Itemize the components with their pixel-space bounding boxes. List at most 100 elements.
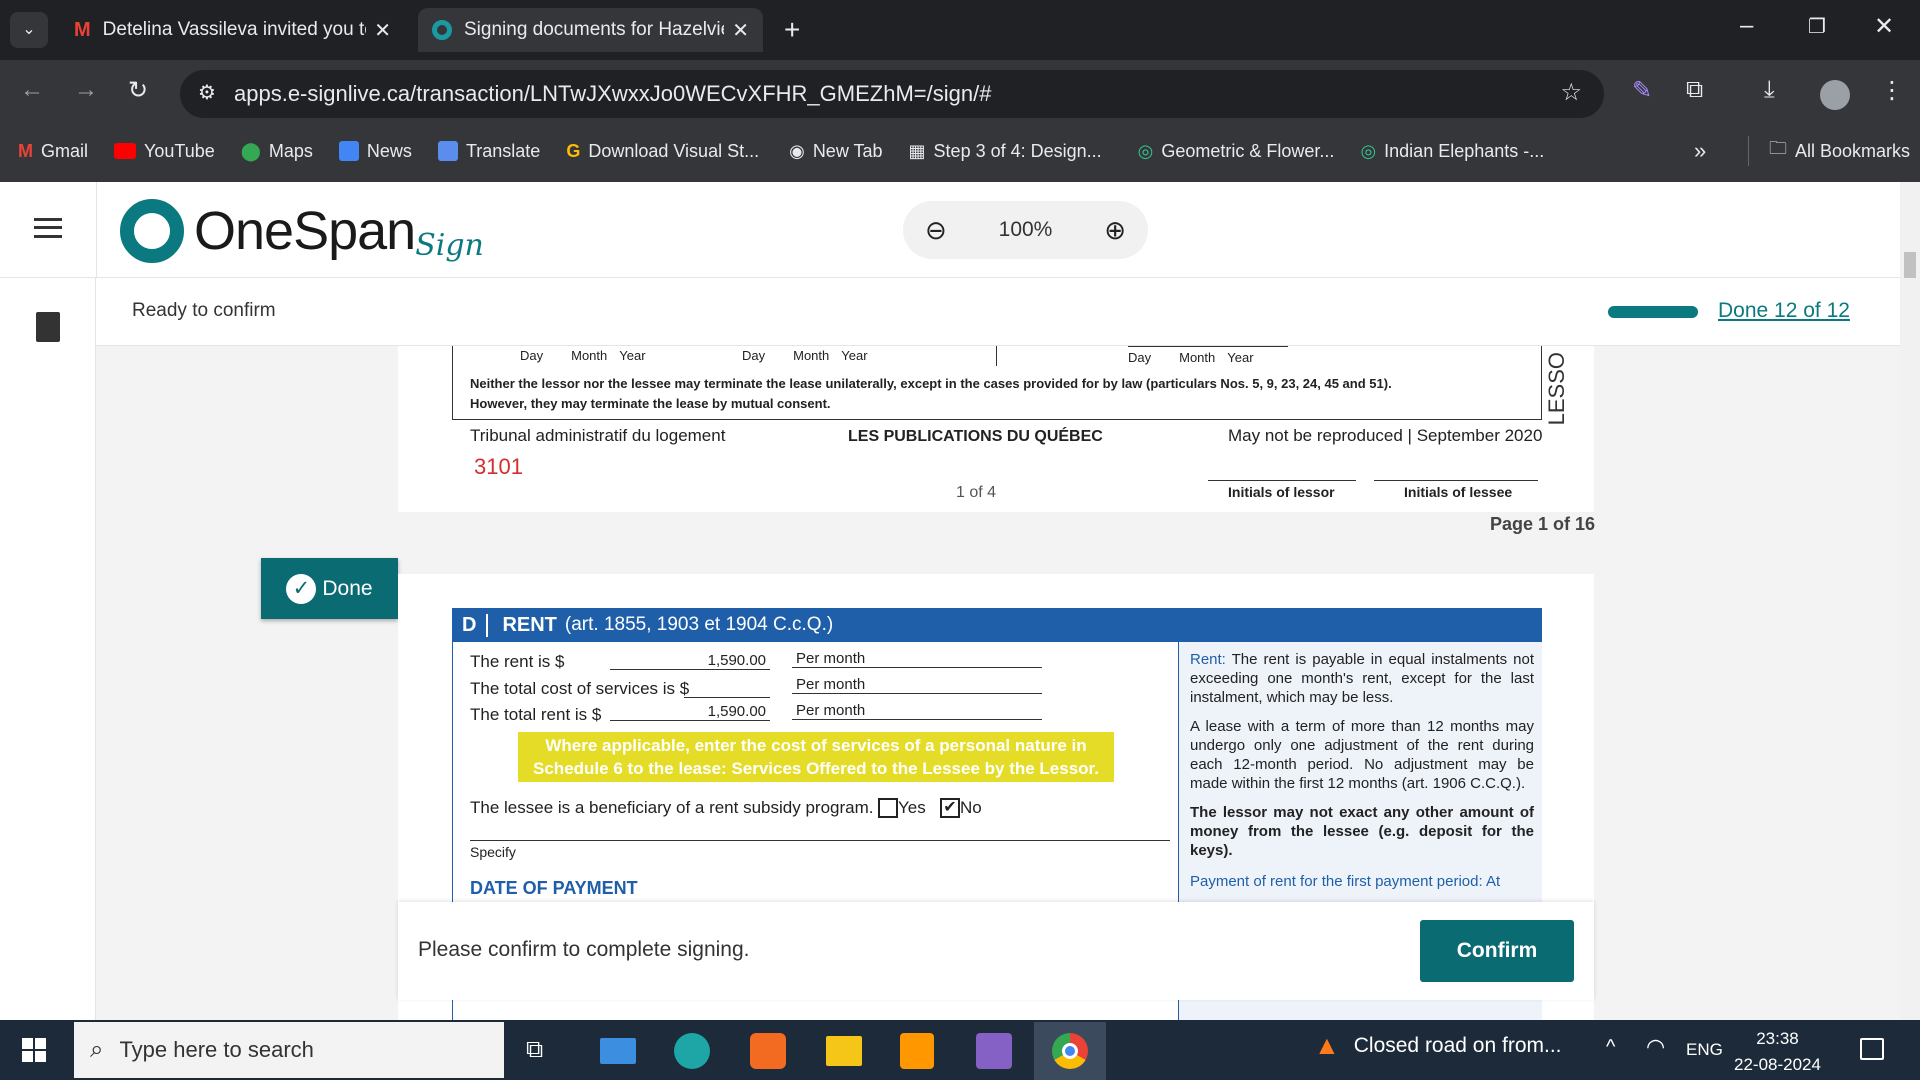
- clock[interactable]: 23:38 22-08-2024: [1734, 1026, 1821, 1078]
- termination-notice: Neither the lessor nor the lessee may te…: [470, 376, 1392, 411]
- visual-studio-icon[interactable]: [976, 1033, 1012, 1069]
- show-hidden-icons[interactable]: ^: [1606, 1036, 1615, 1059]
- onespan-icon: [432, 20, 452, 40]
- restore-icon[interactable]: ❐: [1808, 14, 1826, 39]
- initials-lessor-field[interactable]: Initials of lessor: [1228, 484, 1335, 500]
- bookmark-indian-elephants[interactable]: ◎ Indian Elephants -...: [1360, 141, 1544, 162]
- youtube-icon: [114, 143, 137, 159]
- progress-fill: [1608, 306, 1698, 318]
- gmail-icon: M: [74, 18, 91, 41]
- gmail-icon: M: [18, 140, 33, 161]
- close-tab-icon[interactable]: ✕: [374, 18, 391, 43]
- taskbar-search-box[interactable]: ⌕ Type here to search: [74, 1022, 504, 1078]
- services-notice-highlight: Where applicable, enter the cost of serv…: [518, 732, 1114, 782]
- mail-app-icon[interactable]: [600, 1038, 636, 1064]
- subsidy-no-checkbox[interactable]: ✔ No: [940, 798, 982, 818]
- wifi-icon[interactable]: ◠: [1646, 1034, 1665, 1060]
- back-icon[interactable]: ←: [20, 76, 44, 104]
- bookmark-youtube[interactable]: YouTube: [114, 141, 215, 162]
- subsidy-yes-checkbox[interactable]: Yes: [878, 798, 926, 818]
- bookmark-download-visual-studio[interactable]: G Download Visual St...: [566, 141, 759, 162]
- bookmark-translate[interactable]: Translate: [437, 141, 540, 162]
- task-view-icon[interactable]: ⧉: [526, 1036, 543, 1064]
- zoom-control: ⊖ 100% ⊕: [903, 201, 1148, 259]
- tab-title: Detelina Vassileva invited you to: [102, 19, 367, 40]
- url-text: apps.e-signlive.ca/transaction/LNTwJXwxx…: [234, 81, 992, 106]
- close-tab-icon[interactable]: ✕: [732, 18, 749, 43]
- specify-field-label: Specify: [470, 844, 516, 860]
- confirm-button[interactable]: Confirm: [1420, 920, 1574, 982]
- minimize-icon[interactable]: –: [1740, 12, 1753, 40]
- form-number: 3101: [474, 454, 523, 479]
- download-icon[interactable]: ⤓: [1764, 76, 1775, 104]
- bookmarks-overflow[interactable]: »: [1694, 138, 1706, 164]
- rent-section-header: D RENT (art. 1855, 1903 et 1904 C.c.Q.): [452, 608, 1542, 642]
- close-window-icon[interactable]: ✕: [1874, 12, 1894, 41]
- progress-bar: [1608, 306, 1698, 318]
- rent-amount-field[interactable]: 1,590.00: [610, 652, 770, 670]
- services-period-field[interactable]: Per month: [792, 676, 1042, 694]
- extension-pen-icon[interactable]: ✎: [1632, 76, 1652, 105]
- page-scrollbar[interactable]: [1900, 182, 1920, 1020]
- bookmark-news[interactable]: News: [338, 141, 412, 162]
- site-green-icon: ◎: [1360, 140, 1377, 161]
- globe-icon: ◉: [789, 140, 805, 161]
- check-circle-icon: ✓: [286, 573, 317, 604]
- bookmark-geometric-flower[interactable]: ◎ Geometric & Flower...: [1138, 141, 1335, 162]
- address-bar[interactable]: ⚙ apps.e-signlive.ca/transaction/LNTwJXw…: [180, 70, 1604, 118]
- folder-icon: 🗀: [1769, 138, 1787, 158]
- document-icon[interactable]: [36, 312, 60, 342]
- bookmark-step-3[interactable]: ▦ Step 3 of 4: Design...: [909, 141, 1102, 162]
- site-info-icon[interactable]: ⚙: [198, 80, 216, 105]
- file-explorer-icon[interactable]: [826, 1036, 862, 1066]
- checkmark-icon: ✔: [940, 798, 960, 818]
- page-indicator: Page 1 of 16: [1490, 514, 1596, 534]
- confirm-panel: Please confirm to complete signing. Conf…: [398, 902, 1594, 1000]
- tab-onespan[interactable]: Signing documents for Hazelvie ✕: [418, 8, 763, 52]
- google-g-icon: G: [566, 140, 581, 161]
- reload-icon[interactable]: ↻: [128, 76, 148, 105]
- bookmark-gmail[interactable]: M Gmail: [18, 141, 88, 162]
- translate-icon: [437, 141, 458, 161]
- extensions-icon[interactable]: ⧉: [1686, 76, 1703, 104]
- done-count-link[interactable]: Done 12 of 12: [1718, 299, 1850, 323]
- maps-pin-icon: ⬤: [240, 140, 261, 161]
- grid-icon: ▦: [908, 140, 926, 161]
- all-bookmarks[interactable]: 🗀 All Bookmarks: [1748, 136, 1910, 166]
- total-rent-field[interactable]: 1,590.00: [610, 703, 770, 721]
- bookmark-maps[interactable]: ⬤ Maps: [241, 141, 313, 162]
- bookmark-star-icon[interactable]: ☆: [1560, 78, 1582, 107]
- zoom-out-icon[interactable]: ⊖: [925, 215, 947, 246]
- sublime-text-icon[interactable]: [900, 1033, 934, 1069]
- tab-search-button[interactable]: ⌄: [10, 12, 48, 48]
- news-widget[interactable]: ▲ Closed road on from...: [1314, 1030, 1562, 1061]
- tab-title: Signing documents for Hazelvie: [464, 19, 725, 40]
- total-period-field[interactable]: Per month: [792, 702, 1042, 720]
- rent-info-sidebar: Rent: The rent is payable in equal insta…: [1190, 651, 1534, 890]
- zoom-in-icon[interactable]: ⊕: [1104, 215, 1126, 246]
- tab-gmail[interactable]: M Detelina Vassileva invited you to ✕: [60, 8, 405, 52]
- forward-icon[interactable]: →: [74, 76, 98, 104]
- bookmarks-bar: M Gmail YouTube ⬤ Maps News Translate G Dow…: [0, 120, 1920, 182]
- menu-kebab-icon[interactable]: ⋮: [1880, 76, 1904, 105]
- done-button[interactable]: ✓ Done: [261, 558, 398, 619]
- edge-icon[interactable]: [674, 1033, 710, 1069]
- initials-lessee-field[interactable]: Initials of lessee: [1404, 484, 1512, 500]
- profile-avatar[interactable]: [1820, 80, 1850, 110]
- news-icon: [338, 141, 359, 161]
- rent-period-field[interactable]: Per month: [792, 650, 1042, 668]
- language-indicator[interactable]: ENG: [1686, 1040, 1723, 1060]
- new-tab-icon[interactable]: +: [784, 14, 800, 46]
- traffic-cone-icon: ▲: [1314, 1030, 1340, 1060]
- left-rail: [0, 278, 96, 1020]
- bookmark-new-tab[interactable]: ◉ New Tab: [789, 141, 882, 162]
- services-amount-field[interactable]: [684, 679, 770, 698]
- xampp-icon[interactable]: [750, 1033, 786, 1069]
- notification-icon[interactable]: [1860, 1038, 1884, 1060]
- search-icon: ⌕: [90, 1036, 104, 1063]
- chrome-taskbar-icon[interactable]: [1034, 1022, 1106, 1080]
- site-green-icon: ◎: [1137, 140, 1154, 161]
- onespan-logo: OneSpan Sign: [120, 198, 484, 263]
- hamburger-menu-icon[interactable]: [34, 218, 62, 238]
- windows-start-icon[interactable]: [22, 1038, 46, 1062]
